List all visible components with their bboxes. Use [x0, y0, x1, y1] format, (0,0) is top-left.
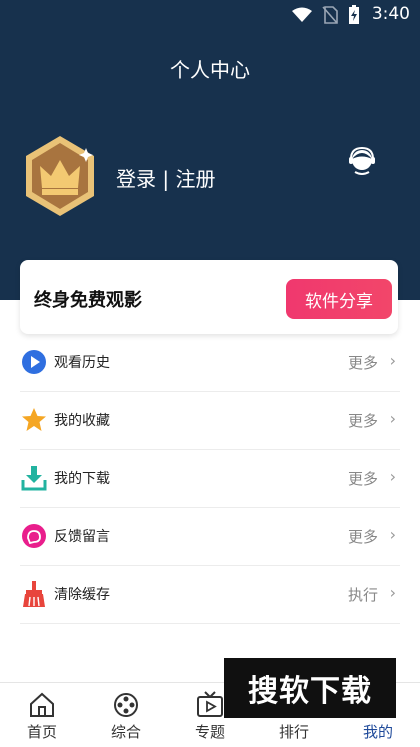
menu-item-history[interactable]: 观看历史 更多 ›: [20, 334, 400, 392]
home-icon: [30, 692, 54, 717]
battery-charging-icon: [349, 5, 359, 24]
menu-item-downloads[interactable]: 我的下载 更多 ›: [20, 450, 400, 508]
menu-item-label: 我的下载: [54, 471, 110, 487]
download-icon: [21, 466, 47, 491]
menu-item-label: 清除缓存: [54, 587, 110, 603]
page-title: 个人中心: [170, 58, 250, 82]
nav-item-home[interactable]: 首页: [0, 683, 84, 747]
play-circle-icon: [22, 350, 46, 374]
film-reel-icon: [114, 693, 138, 717]
nav-label: 我的: [362, 723, 393, 741]
status-icons: [292, 5, 360, 25]
menu-item-clear-cache[interactable]: 清除缓存 执行 ›: [20, 566, 400, 624]
nav-label: 专题: [194, 723, 225, 741]
chevron-right-icon: ›: [389, 467, 396, 486]
no-sim-icon: [322, 6, 338, 24]
customer-service-icon[interactable]: [346, 145, 378, 177]
chevron-right-icon: ›: [389, 409, 396, 428]
promo-card: 终身免费观影 软件分享: [20, 260, 398, 334]
profile-header: 3:40 个人中心 登录 | 注册: [0, 0, 420, 300]
feedback-icon: [22, 524, 46, 548]
chevron-right-icon: ›: [389, 583, 396, 602]
nav-label: 综合: [110, 723, 141, 741]
menu-item-label: 我的收藏: [54, 413, 110, 429]
watermark-logo: 搜软下载: [224, 658, 396, 718]
nav-label: 首页: [26, 723, 57, 741]
crown-avatar-icon[interactable]: [22, 134, 98, 218]
menu-item-favorites[interactable]: 我的收藏 更多 ›: [20, 392, 400, 450]
wifi-icon: [292, 7, 312, 22]
nav-label: 排行: [278, 723, 309, 741]
menu-item-action[interactable]: 执行: [348, 584, 378, 605]
chevron-right-icon: ›: [389, 351, 396, 370]
chevron-right-icon: ›: [389, 525, 396, 544]
menu-item-action[interactable]: 更多: [348, 526, 378, 547]
menu-item-feedback[interactable]: 反馈留言 更多 ›: [20, 508, 400, 566]
menu-item-label: 观看历史: [54, 355, 110, 371]
promo-text: 终身免费观影: [34, 290, 142, 311]
star-icon: [22, 408, 46, 431]
status-bar: 3:40: [0, 0, 420, 30]
menu-item-action[interactable]: 更多: [348, 352, 378, 373]
status-time: 3:40: [371, 4, 410, 24]
tv-icon: [197, 691, 223, 717]
menu-list: 观看历史 更多 › 我的收藏 更多 › 我的下载 更多 › 反馈留言 更多 ›: [20, 334, 400, 624]
menu-item-label: 反馈留言: [54, 529, 110, 545]
login-register-link[interactable]: 登录 | 注册: [116, 163, 215, 192]
menu-item-action[interactable]: 更多: [348, 468, 378, 489]
menu-item-action[interactable]: 更多: [348, 410, 378, 431]
nav-item-general[interactable]: 综合: [84, 683, 168, 747]
share-app-button[interactable]: 软件分享: [286, 279, 392, 319]
broom-icon: [23, 581, 45, 607]
